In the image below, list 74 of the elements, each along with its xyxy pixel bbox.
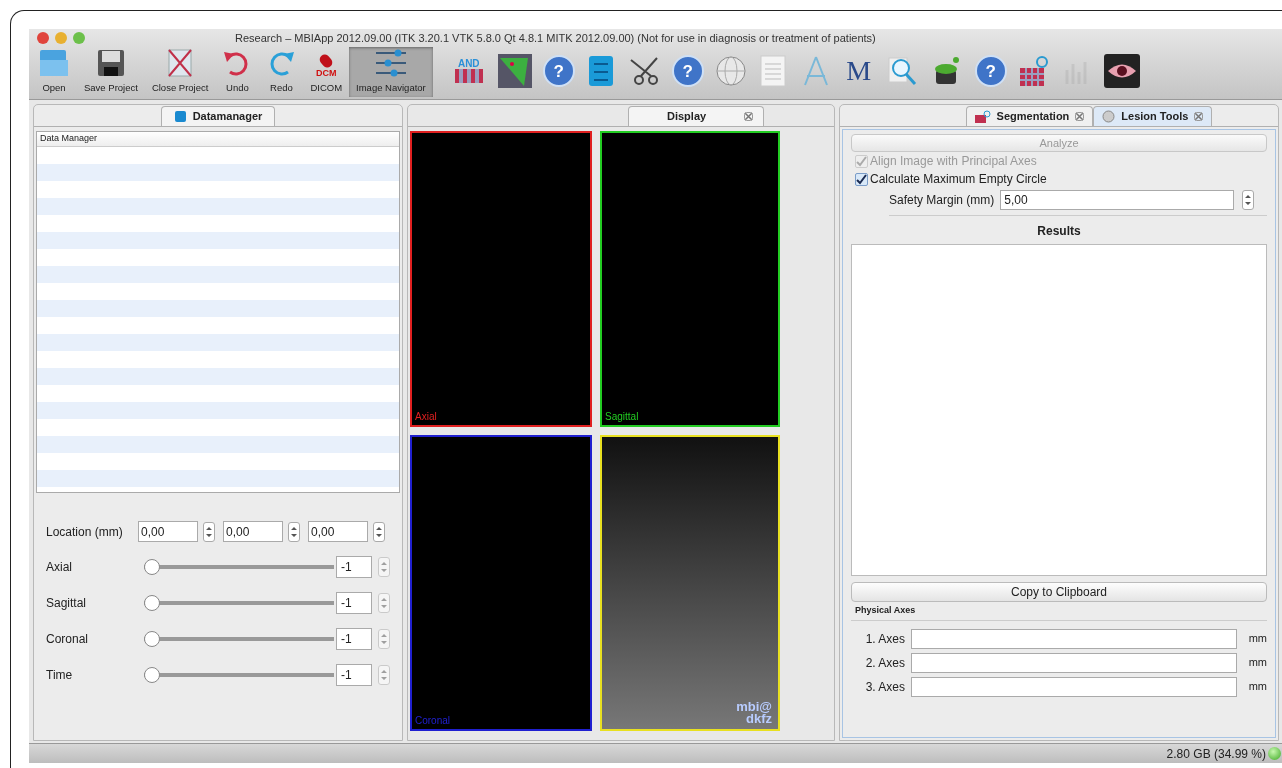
spin-buttons[interactable] [1242,190,1255,210]
axis-field[interactable] [911,628,1237,649]
slice-field[interactable]: -1 [336,592,372,614]
axis-label: 1. Axes [864,630,905,648]
spin-buttons[interactable] [288,521,300,542]
slice-view[interactable]: Sagittal [600,131,780,427]
panel-tab[interactable]: Segmentation [965,106,1094,126]
grid-icon [974,110,991,123]
slider-label: Time [46,667,74,684]
globe-icon[interactable] [714,55,747,87]
circle-icon [1102,110,1116,123]
toolbar-button[interactable]: Redo [259,47,304,97]
close-icon[interactable] [744,112,753,121]
slider-label: Coronal [46,631,90,648]
folder-icon [38,47,70,78]
eye-icon[interactable] [1103,54,1140,88]
close-icon[interactable] [1194,112,1204,121]
view-label: Sagittal [604,410,640,424]
checkbox-label: Calculate Maximum Empty Circle [870,171,1047,188]
checkbox-label: Align Image with Principal Axes [870,153,1037,170]
toolbar-button[interactable]: Open [31,47,77,97]
axis-field[interactable] [911,652,1237,673]
axis-field[interactable] [911,676,1237,697]
memory-status: 2.80 GB (34.99 %) [1166,745,1266,763]
toolbar-button[interactable]: Save Project [77,47,145,97]
slice-field[interactable]: -1 [336,664,372,686]
logo: mbi@ dkfz [736,701,773,728]
spin-buttons[interactable] [203,521,215,542]
slider-thumb[interactable] [144,559,160,575]
view-label: Coronal [414,714,452,728]
coordinate-field[interactable]: 0,00 [308,521,368,542]
toolbar-button[interactable]: DCM DICOM [303,47,350,97]
section-heading: Physical Axes [851,604,1267,621]
spin-buttons[interactable] [373,521,385,542]
location-label: Location (mm) [46,523,124,541]
toolbar-button[interactable]: Image Navigator [349,47,433,97]
help-button[interactable]: ? [671,55,704,87]
sliders-icon [373,47,408,78]
slider-label: Sagittal [46,595,88,612]
toolbar-button[interactable]: Close Project [144,47,216,97]
results-heading: Results [1037,223,1081,240]
panel-tab[interactable]: Display [628,106,764,126]
slider-thumb[interactable] [144,631,160,647]
view-label: Axial [414,410,438,424]
close-icon[interactable] [1075,112,1085,121]
column-header: Data Manager [37,132,399,147]
window-title: Research – MBIApp 2012.09.00 (ITK 3.20.1 VTK 5.8.0 Qt 4.8.1 MITK 2012.09.00) (Not for use in diagnosis or treatment of patients) [235,30,876,46]
safety-margin-label: Safety Margin (mm) [889,192,995,209]
axis-label: 2. Axes [864,654,905,672]
slice-view[interactable]: Axial [410,131,592,427]
slider-thumb[interactable] [144,595,160,611]
slider-thumb[interactable] [144,667,160,683]
panel-tab[interactable]: Lesion Tools [1093,106,1213,126]
copy-button[interactable]: Copy to Clipboard [851,582,1267,602]
toolbar-button[interactable]: Undo [215,47,260,97]
checkbox[interactable] [855,172,868,186]
unit-label: mm [1247,631,1267,647]
coordinate-field[interactable]: 0,00 [138,521,198,542]
measurement-tool-button[interactable]: M [843,54,874,88]
slice-field[interactable]: -1 [336,556,372,578]
zoom-window-button[interactable] [73,32,85,44]
slice-field[interactable]: -1 [336,628,372,650]
unit-label: mm [1247,679,1267,695]
help-button[interactable]: ? [974,55,1007,87]
coordinate-field[interactable]: 0,00 [223,521,283,542]
safety-margin-field[interactable]: 5,00 [1000,190,1235,210]
slider-label: Axial [46,559,73,576]
help-button[interactable]: ? [542,55,575,87]
status-light-icon [1268,747,1281,760]
cube-icon [173,110,187,123]
close-window-button[interactable] [37,32,49,44]
unit-label: mm [1247,655,1267,671]
axis-label: 3. Axes [864,678,905,696]
panel-tab[interactable]: Datamanager [160,106,276,126]
